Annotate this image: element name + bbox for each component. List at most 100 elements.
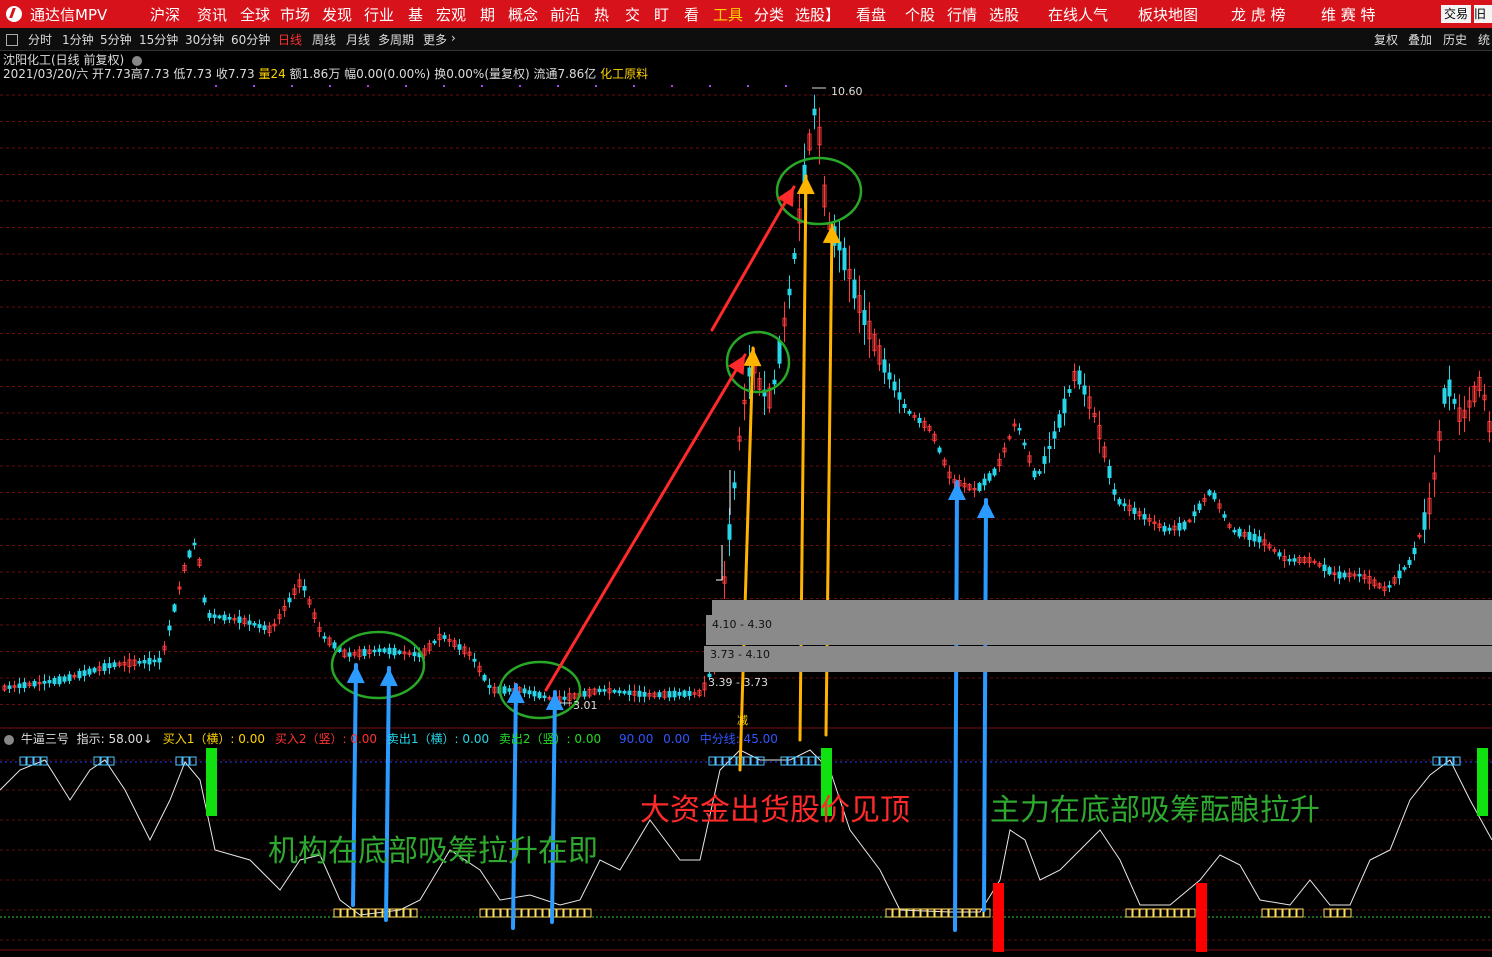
candle-body xyxy=(1287,558,1292,562)
candle-body xyxy=(777,340,782,364)
signal-box xyxy=(715,756,723,766)
candle-body xyxy=(237,616,242,623)
candle-body xyxy=(1162,525,1167,532)
candle-body xyxy=(382,648,387,653)
signal-dot xyxy=(405,85,407,87)
signal-dot xyxy=(519,85,521,87)
candle-body xyxy=(602,689,607,692)
candle-body xyxy=(1207,490,1212,496)
candle-body xyxy=(1402,567,1407,570)
candle-body xyxy=(1082,385,1087,395)
signal-box xyxy=(107,756,115,766)
arrow-head-icon xyxy=(796,176,815,195)
candle-body xyxy=(257,624,262,628)
candle-body xyxy=(102,663,107,671)
candle-body xyxy=(1042,456,1047,464)
candle-body xyxy=(1277,552,1282,557)
candle-body xyxy=(1017,427,1022,431)
candle-body xyxy=(612,690,617,693)
candle-body xyxy=(1212,492,1217,500)
signal-dot xyxy=(709,85,711,87)
candle-body xyxy=(937,447,942,453)
candle-body xyxy=(637,690,642,697)
candle-body xyxy=(262,625,267,630)
signal-dot xyxy=(367,85,369,87)
candle-body xyxy=(537,692,542,699)
candle-body xyxy=(837,241,842,251)
candle-body xyxy=(862,310,867,325)
signal-dot xyxy=(215,85,217,87)
candle-body xyxy=(42,680,47,684)
indicator-value: 指示: 58.00↓ xyxy=(76,732,153,746)
candle-body xyxy=(252,623,257,626)
candle-body xyxy=(17,683,22,689)
signal-box xyxy=(794,756,802,766)
candle-body xyxy=(1292,558,1297,562)
candle-body xyxy=(1067,389,1072,393)
candle-body xyxy=(1022,442,1027,446)
indicator-header: 牛逼三号 指示: 58.00↓ 买入1（横）: 0.00 买入2（竖）: 0.0… xyxy=(4,730,778,747)
candle-body xyxy=(902,403,907,409)
candle-body xyxy=(527,690,532,695)
candle-body xyxy=(1342,572,1347,578)
annotation-arrow xyxy=(384,666,391,922)
candle-body xyxy=(112,662,117,668)
low-price-label: 3.01 xyxy=(573,699,598,712)
candle-body xyxy=(1452,398,1457,404)
candle-body xyxy=(1357,573,1362,577)
candle-body xyxy=(1412,547,1417,555)
indicator-line0: 0.00 xyxy=(663,732,690,746)
candle-body xyxy=(532,691,537,697)
candle-body xyxy=(202,597,207,603)
candle-body xyxy=(677,692,682,696)
annotation-arrow xyxy=(550,690,557,924)
arrow-head-icon xyxy=(346,665,365,684)
buy-bar xyxy=(1196,883,1207,952)
candle-body xyxy=(1112,489,1117,495)
candle-body xyxy=(1257,536,1262,543)
buy-bar xyxy=(993,883,1004,952)
candle-body xyxy=(362,648,367,656)
candle-body xyxy=(332,642,337,649)
annotation-bottom-left: 机构在底部吸筹拉升在即 xyxy=(268,834,598,869)
sell-bar xyxy=(206,748,217,816)
candle-body xyxy=(432,640,437,644)
candle-body xyxy=(1422,512,1427,530)
candle-body xyxy=(1197,503,1202,511)
arrow-head-icon xyxy=(976,500,995,519)
candle-body xyxy=(1447,379,1452,397)
candle-body xyxy=(1252,533,1257,542)
candle-body xyxy=(1122,503,1127,507)
candle-body xyxy=(522,688,527,694)
candle-body xyxy=(227,616,232,620)
candle-body xyxy=(657,692,662,698)
candle-body xyxy=(147,657,152,665)
candle-body xyxy=(887,372,892,380)
indicator-line90: 90.00 xyxy=(618,732,654,746)
candle-body xyxy=(322,636,327,639)
candle-body xyxy=(772,379,777,385)
indicator-toggle-icon[interactable] xyxy=(4,734,14,745)
candle-body xyxy=(52,677,57,684)
candle-body xyxy=(1247,532,1252,540)
signal-dot xyxy=(557,85,559,87)
signal-box xyxy=(708,756,716,766)
signal-box xyxy=(19,756,27,766)
candle-body xyxy=(1177,522,1182,531)
highlight-circle xyxy=(330,630,426,700)
candle-body xyxy=(672,690,677,698)
annotation-arrow xyxy=(953,480,959,932)
candle-body xyxy=(212,614,217,618)
signal-box xyxy=(189,756,197,766)
candle-body xyxy=(1182,521,1187,530)
annotation-arrow xyxy=(738,346,755,772)
candle-body xyxy=(247,620,252,625)
candle-body xyxy=(882,359,887,373)
candle-body xyxy=(457,644,462,650)
price-band-2: 3.73 - 4.10 xyxy=(704,646,1492,672)
candle-body xyxy=(172,604,177,612)
indicator-name[interactable]: 牛逼三号 xyxy=(21,732,69,746)
candle-body xyxy=(562,696,567,700)
signal-dot xyxy=(291,85,293,87)
candle-body xyxy=(142,660,147,664)
